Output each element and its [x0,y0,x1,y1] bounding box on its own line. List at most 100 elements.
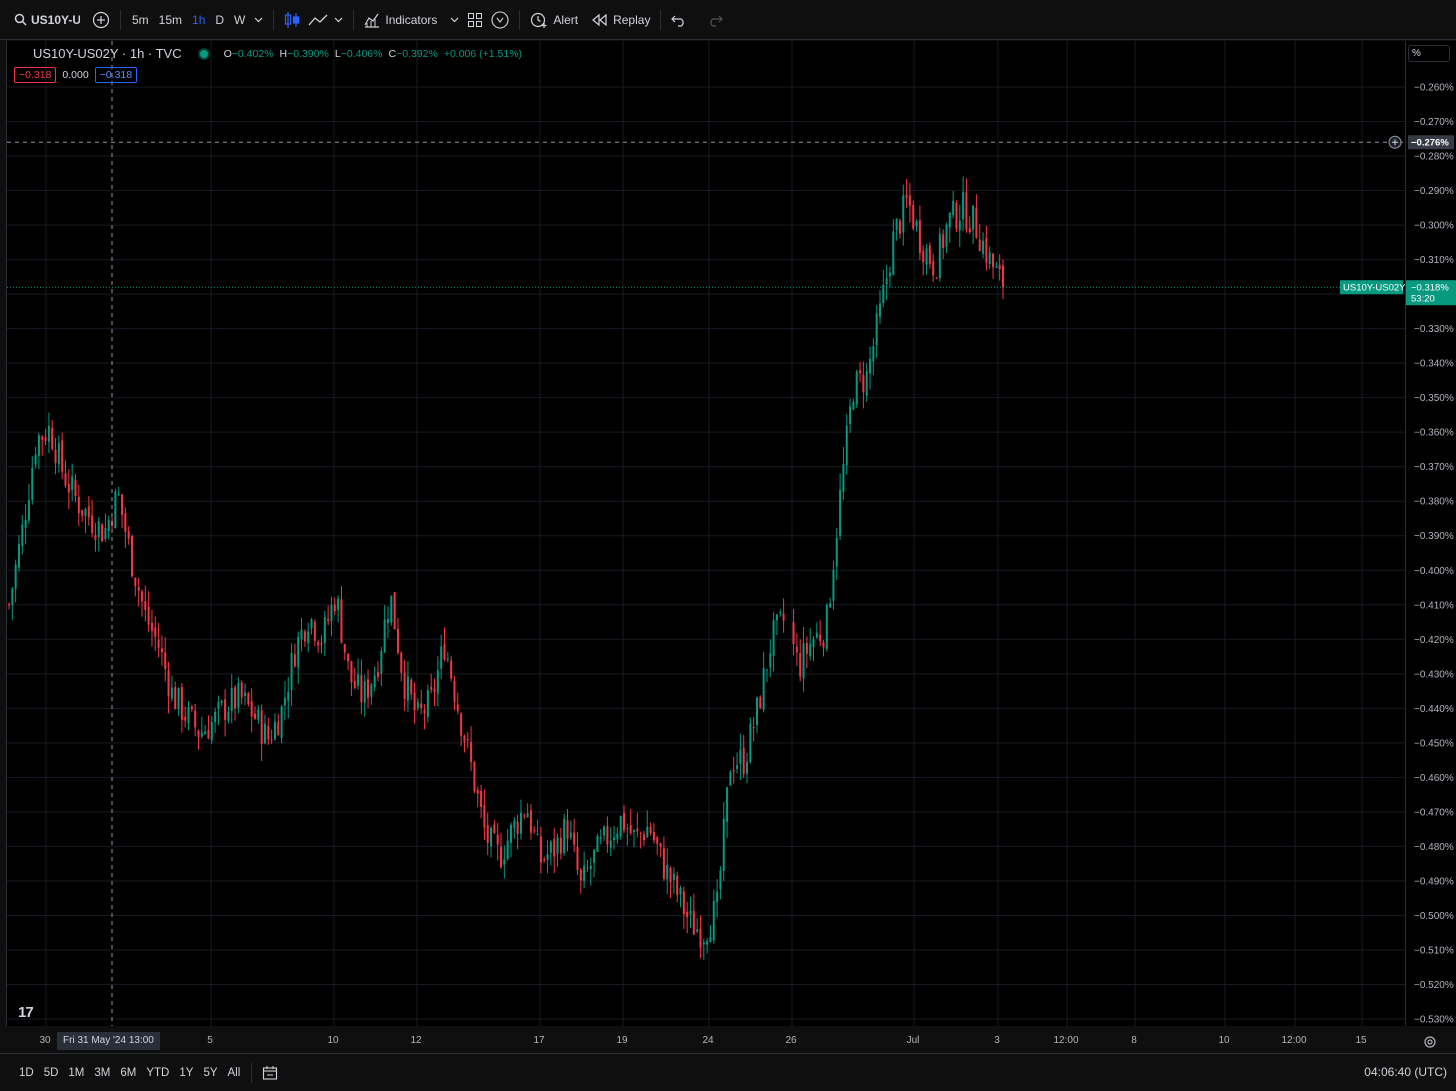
candle-body [343,643,346,653]
candle-body [157,639,160,648]
candle-body [802,643,805,679]
templates-button[interactable] [487,6,513,34]
candle-body [649,826,652,834]
range-5y[interactable]: 5Y [198,1067,222,1079]
market-status-icon[interactable] [199,49,208,58]
candle-body [639,833,642,835]
interval-d[interactable]: D [210,13,229,27]
candle-body [117,493,120,495]
candle-body [812,639,815,648]
candle-body [51,427,54,450]
candle-body [765,669,768,671]
candle-body [433,688,436,693]
utc-clock[interactable]: 04:06:40 (UTC) [1364,1065,1447,1079]
candle-body [526,813,529,818]
candle-body [350,661,353,683]
range-all[interactable]: All [223,1067,246,1079]
percent-scale-button[interactable]: % [1408,45,1450,62]
alert-button[interactable]: Alert [526,6,582,34]
candle-body [849,406,852,425]
range-3m[interactable]: 3M [89,1067,115,1079]
candle-body [576,846,579,870]
line-tools-button[interactable] [304,6,347,34]
redo-button[interactable] [703,6,727,34]
candle-body [912,204,915,229]
range-ytd[interactable]: YTD [141,1067,174,1079]
candle-body [696,929,699,932]
candle-body [606,825,609,845]
candle-body [569,832,572,838]
candle-body [679,888,682,895]
go-to-date-icon[interactable] [262,1065,278,1081]
chart-type-candles-button[interactable] [280,6,304,34]
candle-body [227,711,230,721]
candle-body [14,564,17,589]
candle-body [267,726,270,740]
candle-body [360,675,363,703]
legend-low: L−0.406% [335,48,383,60]
time-tick-label: 10 [1218,1035,1230,1046]
price-chart[interactable]: US10Y-US02Y [7,41,1405,1026]
candle-body [772,620,775,657]
interval-selector: 5m 15m 1h D W [127,6,267,34]
layouts-button[interactable] [463,6,487,34]
candle-body [672,873,675,881]
chart-pane[interactable]: US10Y-US02Y [6,41,1405,1026]
range-6m[interactable]: 6M [115,1067,141,1079]
candle-body [579,869,582,881]
candle-body [460,713,463,736]
candle-body [164,652,167,670]
time-tick-label: 19 [616,1035,628,1046]
time-tick-label: 8 [1131,1035,1137,1046]
undo-button[interactable] [667,6,691,34]
settings-gear-icon[interactable] [1423,1035,1437,1049]
candle-body [603,826,606,836]
range-1y[interactable]: 1Y [174,1067,198,1079]
candle-body [666,864,669,879]
interval-5m[interactable]: 5m [127,13,154,27]
candle-body [549,841,552,853]
interval-w[interactable]: W [229,13,250,27]
range-1m[interactable]: 1M [63,1067,89,1079]
price-axis[interactable]: −0.260% −0.270% −0.280% −0.290% −0.300% −0.31… [1405,41,1456,1026]
candle-body [706,940,709,945]
add-symbol-button[interactable] [88,6,114,34]
chevron-down-icon[interactable] [450,17,459,23]
candle-body [293,654,296,667]
price-tick-label: −0.400% [1414,566,1454,577]
candle-body [41,436,44,440]
candle-body [353,680,356,688]
candle-body [513,820,516,829]
range-5d[interactable]: 5D [39,1067,64,1079]
candle-body [300,629,303,640]
candle-body [932,261,935,276]
candle-body [869,358,872,374]
legend-symbol-title[interactable]: US10Y-US02Y · 1h · TVC [33,46,182,61]
candle-body [137,586,140,591]
legend-high: H−0.390% [280,48,329,60]
toolbar-divider [251,1062,253,1083]
symbol-search[interactable]: US10Y-US [0,13,80,27]
candle-body [962,192,965,220]
candle-body [599,837,602,840]
candle-body [247,693,250,705]
tradingview-logo[interactable]: 17 [18,1004,34,1021]
time-tick-label: 30 [39,1035,51,1046]
candle-body [533,830,536,832]
interval-1h[interactable]: 1h [187,13,210,27]
chevron-down-icon[interactable] [250,17,267,23]
candle-body [423,709,426,714]
candle-body [260,710,263,745]
replay-button[interactable]: Replay [588,6,654,34]
chevron-down-icon[interactable] [334,17,343,23]
indicators-button[interactable]: Indicators [360,6,463,34]
candle-body [54,449,57,464]
candle-body [872,346,875,362]
legend-close: C−0.392% [388,48,437,60]
candle-body [310,619,313,629]
price-tick-label: −0.310% [1414,255,1454,266]
interval-15m[interactable]: 15m [154,13,187,27]
range-1d[interactable]: 1D [14,1067,39,1079]
candle-body [736,765,739,769]
candle-body [875,313,878,346]
